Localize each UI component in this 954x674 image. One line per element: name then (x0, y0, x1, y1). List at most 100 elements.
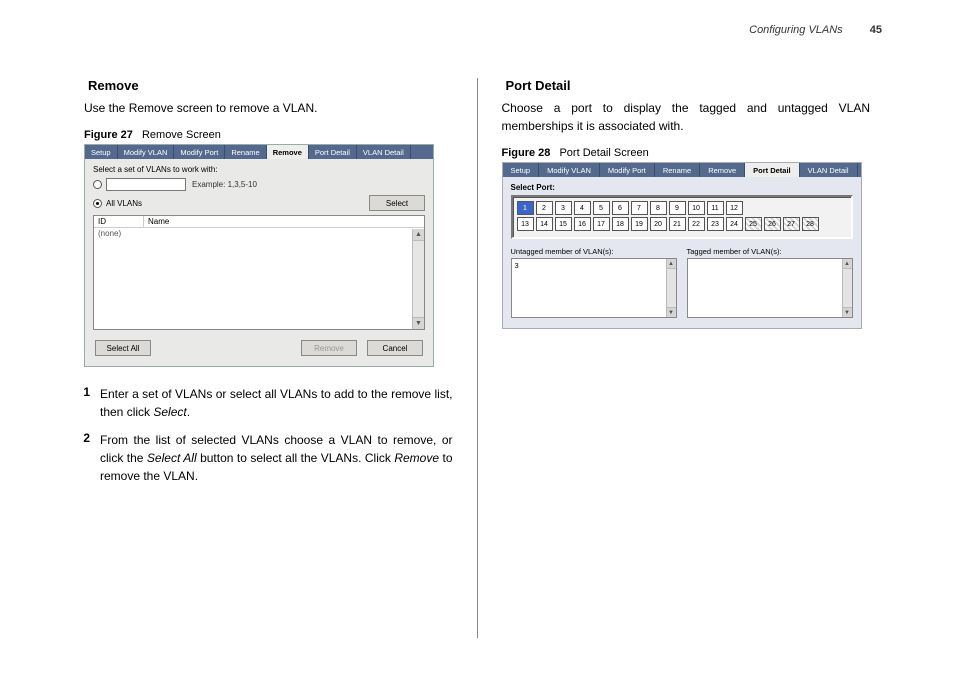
select-port-label: Select Port: (511, 183, 853, 192)
figure28-caption: Figure 28 Port Detail Screen (502, 147, 871, 159)
radio-all-vlans[interactable] (93, 199, 102, 208)
port-17[interactable]: 17 (593, 217, 610, 231)
vlan-list-header: ID Name (94, 216, 424, 228)
step-2-mid: button to select all the VLANs. Click (197, 451, 395, 465)
port-9[interactable]: 9 (669, 201, 686, 215)
tab-remove[interactable]: Remove (267, 145, 309, 159)
step-1: 1 Enter a set of VLANs or select all VLA… (72, 385, 453, 421)
tab-port-detail[interactable]: Port Detail (309, 145, 357, 159)
tab28-remove[interactable]: Remove (700, 163, 745, 177)
tagged-pane: Tagged member of VLAN(s): ▲ ▼ (687, 247, 853, 318)
tab28-modify-port[interactable]: Modify Port (600, 163, 655, 177)
figure27-button-row: Select All Remove Cancel (93, 340, 425, 356)
left-column: Remove Use the Remove screen to remove a… (60, 78, 477, 638)
scroll-up-icon[interactable]: ▲ (667, 259, 676, 269)
step-1-text: Enter a set of VLANs or select all VLANs… (100, 385, 453, 421)
figure28-port-detail-screen: Setup Modify VLAN Modify Port Rename Rem… (502, 162, 862, 329)
tagged-list[interactable]: ▲ ▼ (687, 258, 853, 318)
scroll-up-icon[interactable]: ▲ (413, 229, 424, 241)
col-id: ID (94, 216, 144, 227)
port-14[interactable]: 14 (536, 217, 553, 231)
figure28-tabbar: Setup Modify VLAN Modify Port Rename Rem… (503, 163, 861, 177)
scroll-down-icon[interactable]: ▼ (413, 317, 424, 329)
port-12[interactable]: 12 (726, 201, 743, 215)
untagged-pane: Untagged member of VLAN(s): 3 ▲ ▼ (511, 247, 677, 318)
figure27-caption: Figure 27 Remove Screen (84, 129, 453, 141)
vlan-list[interactable]: ID Name (none) ▲ ▼ (93, 215, 425, 330)
select-all-button[interactable]: Select All (95, 340, 151, 356)
running-header: Configuring VLANs 45 (749, 24, 882, 36)
port-selector: 123456789101112 131415161718192021222324… (511, 195, 853, 239)
untagged-list[interactable]: 3 ▲ ▼ (511, 258, 677, 318)
cancel-button[interactable]: Cancel (367, 340, 423, 356)
port-11[interactable]: 11 (707, 201, 724, 215)
two-column-layout: Remove Use the Remove screen to remove a… (60, 78, 894, 638)
port-24[interactable]: 24 (726, 217, 743, 231)
all-vlans-label: All VLANs (106, 199, 142, 208)
tab-modify-vlan[interactable]: Modify VLAN (118, 145, 175, 159)
port-22[interactable]: 22 (688, 217, 705, 231)
port-3[interactable]: 3 (555, 201, 572, 215)
tab28-setup[interactable]: Setup (503, 163, 540, 177)
port-27[interactable]: 27 (783, 217, 800, 231)
tab-rename[interactable]: Rename (225, 145, 266, 159)
port-18[interactable]: 18 (612, 217, 629, 231)
port-6[interactable]: 6 (612, 201, 629, 215)
port-detail-intro: Choose a port to display the tagged and … (502, 99, 871, 135)
step-2: 2 From the list of selected VLANs choose… (72, 431, 453, 485)
tab28-port-detail[interactable]: Port Detail (745, 163, 800, 177)
vlan-range-input[interactable] (106, 178, 186, 191)
port-26[interactable]: 26 (764, 217, 781, 231)
tab28-rename[interactable]: Rename (655, 163, 700, 177)
header-page-number: 45 (870, 24, 882, 36)
membership-panes: Untagged member of VLAN(s): 3 ▲ ▼ Tagged… (511, 247, 853, 318)
step-1-number: 1 (72, 385, 90, 421)
step-2-text: From the list of selected VLANs choose a… (100, 431, 453, 485)
tab-modify-port[interactable]: Modify Port (174, 145, 225, 159)
port-row-2: 13141516171819202122232425262728 (517, 217, 847, 231)
select-prompt: Select a set of VLANs to work with: (93, 165, 425, 174)
port-5[interactable]: 5 (593, 201, 610, 215)
tab28-vlan-detail[interactable]: VLAN Detail (800, 163, 858, 177)
port-8[interactable]: 8 (650, 201, 667, 215)
scroll-down-icon[interactable]: ▼ (667, 307, 676, 317)
port-2[interactable]: 2 (536, 201, 553, 215)
port-23[interactable]: 23 (707, 217, 724, 231)
heading-remove: Remove (88, 78, 453, 93)
scroll-down-icon[interactable]: ▼ (843, 307, 852, 317)
scroll-up-icon[interactable]: ▲ (843, 259, 852, 269)
header-section: Configuring VLANs (749, 24, 843, 36)
port-21[interactable]: 21 (669, 217, 686, 231)
untagged-scrollbar[interactable]: ▲ ▼ (666, 259, 676, 317)
tab-vlan-detail[interactable]: VLAN Detail (357, 145, 411, 159)
port-row-1: 123456789101112 (517, 201, 847, 215)
tagged-label: Tagged member of VLAN(s): (687, 247, 853, 256)
untagged-value: 3 (515, 261, 519, 270)
port-20[interactable]: 20 (650, 217, 667, 231)
figure27-tabbar: Setup Modify VLAN Modify Port Rename Rem… (85, 145, 433, 159)
port-1[interactable]: 1 (517, 201, 534, 215)
port-15[interactable]: 15 (555, 217, 572, 231)
vlan-list-scrollbar[interactable]: ▲ ▼ (412, 229, 424, 329)
heading-port-detail: Port Detail (506, 78, 871, 93)
tab-setup[interactable]: Setup (85, 145, 118, 159)
step-2-em1: Select All (147, 451, 197, 465)
select-button[interactable]: Select (369, 195, 425, 211)
step-2-number: 2 (72, 431, 90, 485)
port-28[interactable]: 28 (802, 217, 819, 231)
port-16[interactable]: 16 (574, 217, 591, 231)
port-19[interactable]: 19 (631, 217, 648, 231)
port-25[interactable]: 25 (745, 217, 762, 231)
port-4[interactable]: 4 (574, 201, 591, 215)
remove-button[interactable]: Remove (301, 340, 357, 356)
tab28-modify-vlan[interactable]: Modify VLAN (539, 163, 600, 177)
port-13[interactable]: 13 (517, 217, 534, 231)
tagged-scrollbar[interactable]: ▲ ▼ (842, 259, 852, 317)
figure27-label: Figure 27 (84, 129, 133, 141)
figure27-title: Remove Screen (142, 129, 221, 141)
example-text: Example: 1,3,5-10 (192, 180, 257, 189)
radio-specific-vlans[interactable] (93, 180, 102, 189)
port-7[interactable]: 7 (631, 201, 648, 215)
figure28-body: Select Port: 123456789101112 13141516171… (503, 177, 861, 328)
port-10[interactable]: 10 (688, 201, 705, 215)
